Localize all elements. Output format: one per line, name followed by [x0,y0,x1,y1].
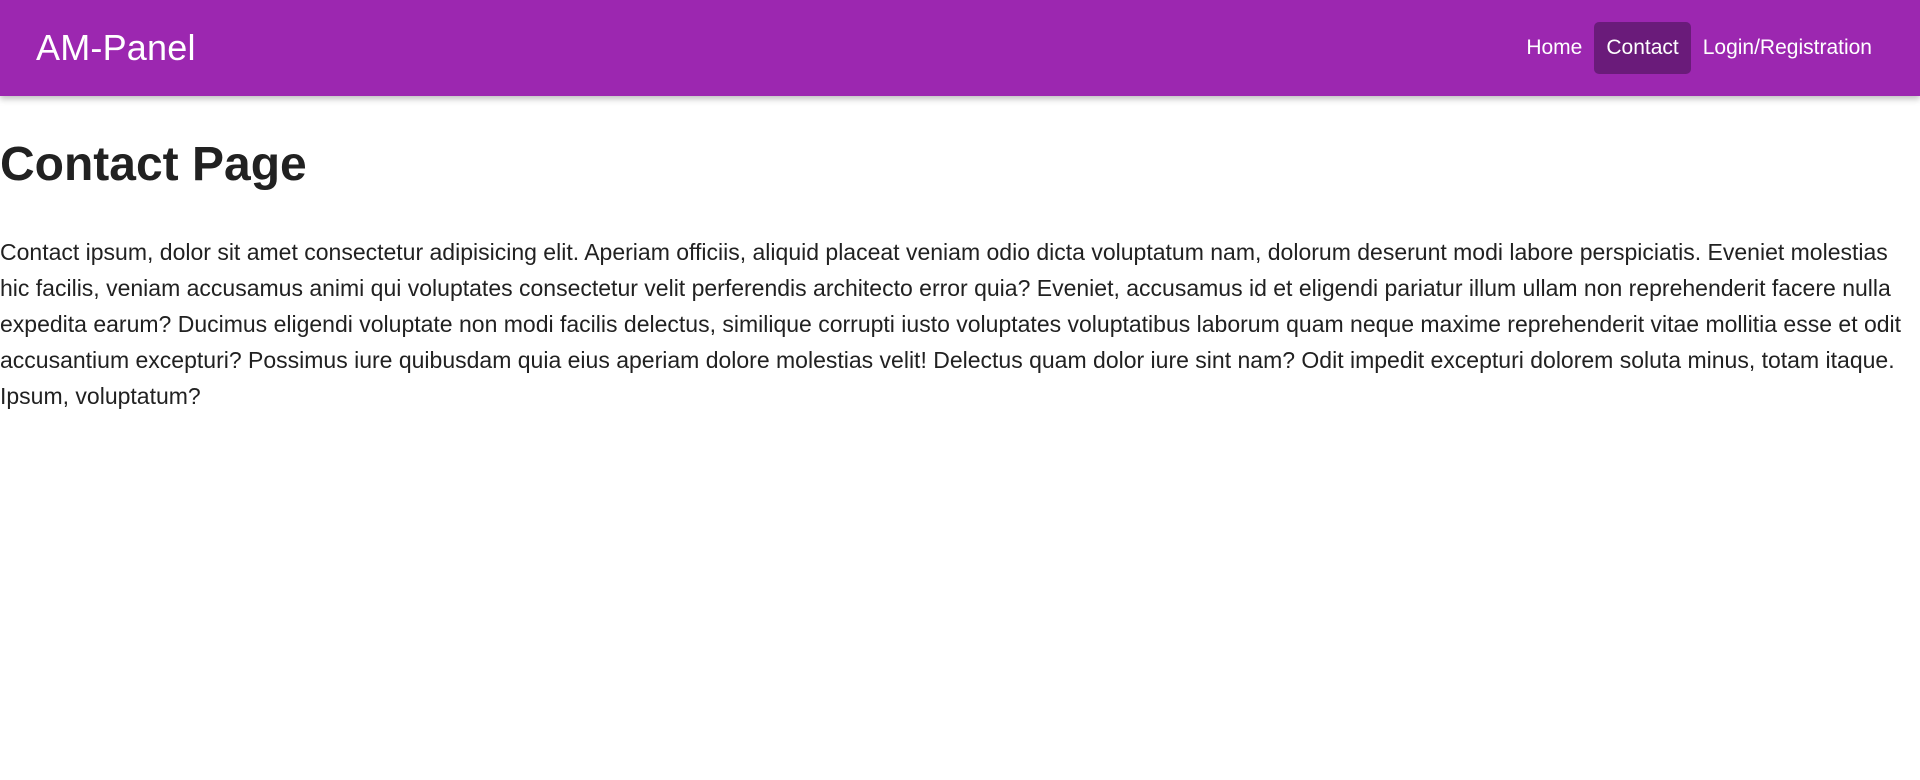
nav-link-login-registration[interactable]: Login/Registration [1691,22,1884,74]
top-navbar: AM-Panel Home Contact Login/Registration [0,0,1920,96]
page-title: Contact Page [0,138,307,191]
main-content: Contact Page Contact ipsum, dolor sit am… [0,136,1920,414]
brand-link[interactable]: AM-Panel [36,27,196,69]
nav-link-home[interactable]: Home [1514,22,1594,74]
nav-links: Home Contact Login/Registration [1514,22,1884,74]
nav-link-contact[interactable]: Contact [1594,22,1691,74]
contact-paragraph: Contact ipsum, dolor sit amet consectetu… [0,238,1902,409]
